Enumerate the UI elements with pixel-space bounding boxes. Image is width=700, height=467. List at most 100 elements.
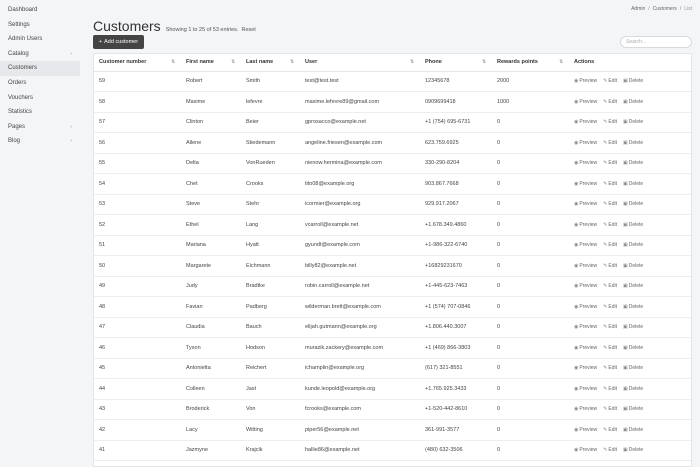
delete-button[interactable]: ▣ Delete (623, 99, 643, 105)
first-name-cell: Antonietta (181, 358, 241, 379)
preview-button[interactable]: ◉ Preview (574, 222, 597, 228)
preview-button[interactable]: ◉ Preview (574, 263, 597, 269)
first-name-cell: Favian (181, 296, 241, 318)
delete-button[interactable]: ▣ Delete (623, 222, 643, 228)
edit-button[interactable]: ✎ Edit (603, 324, 617, 330)
search-input[interactable] (620, 36, 692, 48)
delete-button[interactable]: ▣ Delete (623, 345, 643, 351)
edit-button[interactable]: ✎ Edit (603, 140, 617, 146)
delete-button[interactable]: ▣ Delete (623, 201, 643, 207)
edit-button[interactable]: ✎ Edit (603, 242, 617, 248)
preview-button[interactable]: ◉ Preview (574, 406, 597, 412)
trash-icon: ▣ (623, 262, 628, 269)
delete-button[interactable]: ▣ Delete (623, 324, 643, 330)
delete-button[interactable]: ▣ Delete (623, 119, 643, 125)
preview-button[interactable]: ◉ Preview (574, 365, 597, 371)
delete-button[interactable]: ▣ Delete (623, 447, 643, 453)
column-header[interactable]: User ⇅ (300, 54, 420, 72)
edit-button[interactable]: ✎ Edit (603, 222, 617, 228)
preview-button[interactable]: ◉ Preview (574, 304, 597, 310)
sidebar-item-catalog[interactable]: Catalog › (0, 47, 80, 62)
column-header[interactable]: Phone ⇅ (420, 54, 492, 72)
edit-button[interactable]: ✎ Edit (603, 427, 617, 433)
user-email-cell: ichamplin@example.org (300, 358, 420, 379)
edit-button[interactable]: ✎ Edit (603, 99, 617, 105)
first-name-cell: Tyson (181, 337, 241, 359)
delete-button[interactable]: ▣ Delete (623, 263, 643, 269)
sidebar-item-admin-users[interactable]: Admin Users (0, 32, 80, 47)
delete-button[interactable]: ▣ Delete (623, 406, 643, 412)
preview-button[interactable]: ◉ Preview (574, 140, 597, 146)
delete-button[interactable]: ▣ Delete (623, 78, 643, 84)
preview-button[interactable]: ◉ Preview (574, 119, 597, 125)
column-header[interactable]: Last name ⇅ (241, 54, 300, 72)
preview-button[interactable]: ◉ Preview (574, 324, 597, 330)
sidebar-item-customers[interactable]: Customers (0, 61, 80, 76)
preview-label: Preview (579, 365, 598, 372)
column-header[interactable]: First name ⇅ (181, 54, 241, 72)
preview-button[interactable]: ◉ Preview (574, 427, 597, 433)
sidebar-item-settings[interactable]: Settings (0, 18, 80, 33)
preview-button[interactable]: ◉ Preview (574, 160, 597, 166)
sidebar-item-label: Vouchers (8, 94, 34, 101)
column-header[interactable]: Customer number ⇅ (94, 54, 181, 72)
edit-button[interactable]: ✎ Edit (603, 181, 617, 187)
sidebar-item-vouchers[interactable]: Vouchers (0, 91, 80, 106)
preview-button[interactable]: ◉ Preview (574, 78, 597, 84)
preview-button[interactable]: ◉ Preview (574, 447, 597, 453)
delete-button[interactable]: ▣ Delete (623, 160, 643, 166)
trash-icon: ▣ (623, 283, 628, 290)
sidebar-item-statistics[interactable]: Statistics (0, 105, 80, 120)
edit-button[interactable]: ✎ Edit (603, 201, 617, 207)
entries-info: Showing 1 to 25 of 53 entries. Reset (166, 27, 256, 33)
delete-button[interactable]: ▣ Delete (623, 386, 643, 392)
delete-button[interactable]: ▣ Delete (623, 242, 643, 248)
preview-button[interactable]: ◉ Preview (574, 99, 597, 105)
preview-button[interactable]: ◉ Preview (574, 283, 597, 289)
preview-button[interactable]: ◉ Preview (574, 345, 597, 351)
delete-button[interactable]: ▣ Delete (623, 427, 643, 433)
breadcrumb-customers[interactable]: Customers (653, 6, 677, 12)
eye-icon: ◉ (574, 385, 579, 392)
sidebar-item-dashboard[interactable]: Dashboard (0, 3, 80, 18)
add-customer-button[interactable]: + Add customer (93, 35, 144, 49)
edit-button[interactable]: ✎ Edit (603, 78, 617, 84)
edit-button[interactable]: ✎ Edit (603, 263, 617, 269)
sort-icon: ⇅ (171, 59, 175, 64)
edit-button[interactable]: ✎ Edit (603, 283, 617, 289)
edit-button[interactable]: ✎ Edit (603, 447, 617, 453)
delete-button[interactable]: ▣ Delete (623, 140, 643, 146)
delete-button[interactable]: ▣ Delete (623, 283, 643, 289)
add-customer-label: Add customer (104, 39, 139, 45)
edit-button[interactable]: ✎ Edit (603, 365, 617, 371)
sidebar-item-pages[interactable]: Pages › (0, 120, 80, 135)
column-header-label: Customer number (99, 59, 147, 66)
edit-button[interactable]: ✎ Edit (603, 406, 617, 412)
sidebar-item-blog[interactable]: Blog › (0, 134, 80, 149)
sidebar-item-label: Statistics (8, 109, 33, 116)
delete-button[interactable]: ▣ Delete (623, 181, 643, 187)
edit-button[interactable]: ✎ Edit (603, 304, 617, 310)
eye-icon: ◉ (574, 221, 579, 228)
preview-button[interactable]: ◉ Preview (574, 386, 597, 392)
edit-button[interactable]: ✎ Edit (603, 160, 617, 166)
preview-button[interactable]: ◉ Preview (574, 242, 597, 248)
breadcrumb-admin[interactable]: Admin (631, 6, 645, 12)
preview-label: Preview (579, 242, 598, 249)
reset-link[interactable]: Reset (241, 27, 255, 33)
rewards-points-cell: 0 (492, 440, 569, 461)
sort-icon: ⇅ (410, 59, 414, 64)
preview-button[interactable]: ◉ Preview (574, 201, 597, 207)
edit-button[interactable]: ✎ Edit (603, 345, 617, 351)
column-header[interactable]: Rewards points ⇅ (492, 54, 569, 72)
delete-button[interactable]: ▣ Delete (623, 304, 643, 310)
edit-button[interactable]: ✎ Edit (603, 119, 617, 125)
edit-icon: ✎ (603, 98, 608, 105)
table-row: 48 Favian Padberg wilderman.brett@example.c… (94, 296, 691, 318)
delete-button[interactable]: ▣ Delete (623, 365, 643, 371)
edit-label: Edit (608, 160, 617, 167)
preview-button[interactable]: ◉ Preview (574, 181, 597, 187)
edit-label: Edit (608, 119, 617, 126)
edit-button[interactable]: ✎ Edit (603, 386, 617, 392)
sidebar-item-orders[interactable]: Orders (0, 76, 80, 91)
